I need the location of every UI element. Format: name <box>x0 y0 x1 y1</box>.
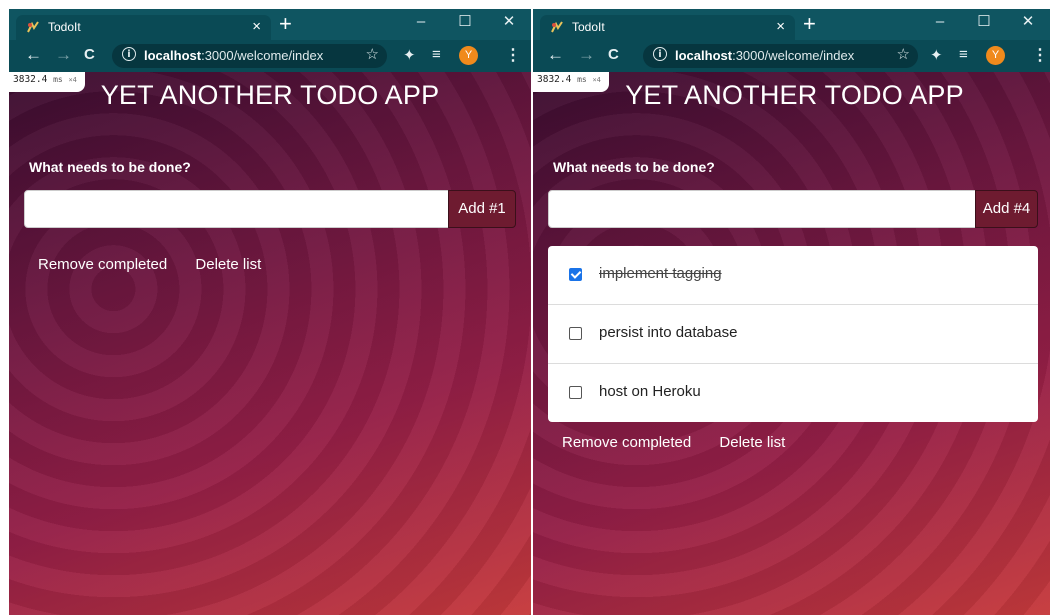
minimize-button[interactable]: – <box>399 9 443 40</box>
todo-checkbox[interactable] <box>569 386 582 399</box>
tab-close-icon[interactable]: × <box>776 18 785 35</box>
extensions-icon[interactable]: ✦ <box>930 46 943 64</box>
browser-window-right: TodoIt × + – ☐ ✕ ← → C i localhost:3000/… <box>533 9 1050 615</box>
back-button[interactable]: ← <box>25 45 42 65</box>
todo-item: host on Heroku <box>548 364 1038 422</box>
new-tab-button[interactable]: + <box>803 12 816 36</box>
delete-list-link[interactable]: Delete list <box>195 256 261 273</box>
close-window-button[interactable]: ✕ <box>487 9 531 40</box>
tab-strip: TodoIt × + – ☐ ✕ <box>533 9 1050 40</box>
browser-window-left: TodoIt × + – ☐ ✕ ← → C i localhost:3000/… <box>9 9 531 615</box>
browser-menu-icon[interactable]: ⋮ <box>1032 45 1048 65</box>
forward-button[interactable]: → <box>55 45 72 65</box>
add-todo-button[interactable]: Add #4 <box>975 190 1038 228</box>
todo-prompt: What needs to be done? <box>29 159 191 175</box>
browser-tab[interactable]: TodoIt × <box>540 15 795 40</box>
tab-close-icon[interactable]: × <box>252 18 261 35</box>
add-todo-button[interactable]: Add #1 <box>448 190 516 228</box>
new-todo-input[interactable] <box>548 190 976 228</box>
close-window-button[interactable]: ✕ <box>1006 9 1050 40</box>
minimize-button[interactable]: – <box>918 9 962 40</box>
list-actions: Remove completed Delete list <box>38 256 285 273</box>
address-bar[interactable]: i localhost:3000/welcome/index ☆ <box>643 44 918 68</box>
tab-title: TodoIt <box>572 20 605 34</box>
todoit-favicon-icon <box>551 21 563 33</box>
todoit-favicon-icon <box>27 21 39 33</box>
todo-item: implement tagging <box>548 246 1038 305</box>
address-bar[interactable]: i localhost:3000/welcome/index ☆ <box>112 44 387 68</box>
reading-list-icon[interactable]: ≡ <box>432 46 441 63</box>
todo-label: host on Heroku <box>599 383 701 400</box>
todo-checkbox[interactable] <box>569 268 582 281</box>
browser-toolbar: ← → C i localhost:3000/welcome/index ☆ ✦… <box>533 40 1050 72</box>
app-title: YET ANOTHER TODO APP <box>625 80 964 110</box>
profile-avatar[interactable]: Y <box>459 46 478 65</box>
todo-label: persist into database <box>599 324 738 341</box>
app-title: YET ANOTHER TODO APP <box>100 80 440 110</box>
remove-completed-link[interactable]: Remove completed <box>38 256 167 273</box>
todo-label: implement tagging <box>599 265 722 282</box>
reading-list-icon[interactable]: ≡ <box>959 46 968 63</box>
back-button[interactable]: ← <box>547 45 564 65</box>
site-info-icon[interactable]: i <box>122 47 136 61</box>
browser-tab[interactable]: TodoIt × <box>16 15 271 40</box>
new-tab-button[interactable]: + <box>279 12 292 36</box>
maximize-button[interactable]: ☐ <box>443 9 487 40</box>
todo-item: persist into database <box>548 305 1038 364</box>
list-actions: Remove completed Delete list <box>562 434 809 451</box>
profile-avatar[interactable]: Y <box>986 46 1005 65</box>
todo-list: implement tagging persist into database … <box>548 246 1038 422</box>
forward-button[interactable]: → <box>578 45 595 65</box>
address-url: localhost:3000/welcome/index <box>675 48 855 63</box>
new-todo-input[interactable] <box>24 190 449 228</box>
todo-prompt: What needs to be done? <box>553 159 715 175</box>
tab-title: TodoIt <box>48 20 81 34</box>
app-page: 3832.4 ms ×4 YET ANOTHER TODO APP What n… <box>9 72 531 615</box>
todo-checkbox[interactable] <box>569 327 582 340</box>
bookmark-star-icon[interactable]: ☆ <box>897 45 910 63</box>
reload-button[interactable]: C <box>84 45 95 65</box>
browser-menu-icon[interactable]: ⋮ <box>505 45 521 65</box>
address-url: localhost:3000/welcome/index <box>144 48 324 63</box>
remove-completed-link[interactable]: Remove completed <box>562 434 691 451</box>
maximize-button[interactable]: ☐ <box>962 9 1006 40</box>
app-page: 3832.4 ms ×4 YET ANOTHER TODO APP What n… <box>533 72 1050 615</box>
reload-button[interactable]: C <box>608 45 619 65</box>
tab-strip: TodoIt × + – ☐ ✕ <box>9 9 531 40</box>
browser-toolbar: ← → C i localhost:3000/welcome/index ☆ ✦… <box>9 40 531 72</box>
extensions-icon[interactable]: ✦ <box>403 46 416 64</box>
bookmark-star-icon[interactable]: ☆ <box>366 45 379 63</box>
delete-list-link[interactable]: Delete list <box>719 434 785 451</box>
site-info-icon[interactable]: i <box>653 47 667 61</box>
